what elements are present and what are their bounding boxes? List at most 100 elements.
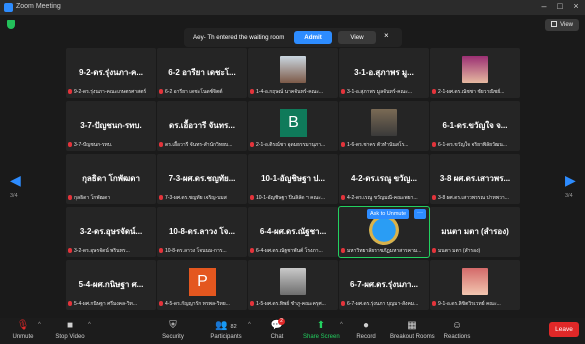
muted-mic-icon [159,195,163,200]
muted-mic-icon [432,301,436,306]
participant-name: 3-8 ผศ.ดร.เสาวพรรณ ปาทพวา... [438,195,509,201]
previous-page-icon[interactable]: ◀ [10,172,21,189]
participant-tile[interactable]: 2-1-ผศ.ดร.ณัชชา ชัยวาณิชย์... [430,48,520,98]
participant-tile[interactable]: 3-2-ดร.อุษรจัดน์... 3-2-ดร.อุษรจัดน์ พริน… [66,207,156,257]
participant-caption: 10-1-อัญชิษฐา ปิ่นลิลัด ฯ คณะ... [250,194,336,202]
muted-mic-icon [341,142,345,147]
participant-caption: 3-8 ผศ.ดร.เสาวพรรณ ปาทพวา... [432,194,518,202]
video-options-caret-icon[interactable]: ^ [88,322,91,328]
muted-mic-icon [250,248,254,253]
participant-caption: 7-3-ผศ.ดร.ชญทัย เจริญ-บมส [159,194,245,202]
unmute-label: Unmute [12,334,34,340]
participants-button[interactable]: 👥 82 Participants [206,320,246,340]
participant-tile[interactable]: 3-1-อ.สุภาพร มู... 3-1-อ.สุภาพร มูลจันทร์… [339,48,429,98]
participant-tile[interactable]: มนตา มตา (สำรอง) มนตา มตา (สำรอง) [430,207,520,257]
reactions-label: Reactions [443,334,471,340]
participant-caption: 6-7-ผศ.ดร.รุ่งนภา บุญมา-สังคม... [341,300,427,308]
participant-caption: 10-8-ดร.ลาวง โจนนม-การ... [159,247,245,255]
leave-button[interactable]: Leave [549,322,579,337]
security-button[interactable]: ⛨ Security [157,320,189,340]
participant-name: 10-1-อัญชิษฐา ปิ่นลิลัด ฯ คณะ... [256,195,325,201]
muted-mic-icon [250,142,254,147]
ask-to-unmute-button[interactable]: Ask to Unmute [367,209,410,219]
shield-icon: ⛨ [169,320,177,331]
participant-name: 4-5-ดร.กัญญารัก ทรพล-วิทย... [165,301,230,307]
participant-tile[interactable]: 7-3-ผศ.ดร.ชญทัย... 7-3-ผศ.ดร.ชญทัย เจริญ-… [157,154,247,204]
page-indicator-right: 3/4 [565,193,573,199]
participant-name: กุลธิดา โกพัฒดา [74,195,111,201]
participant-tile[interactable]: 3-8 ผศ.ดร.เสาวพร... 3-8 ผศ.ดร.เสาวพรรณ ปา… [430,154,520,204]
close-notification-icon[interactable]: × [384,31,389,40]
muted-mic-icon [159,142,163,147]
participant-name-large: ดร.เอื้อวารี จันทร... [169,121,235,130]
participant-name-large: 3-8 ผศ.ดร.เสาวพร... [439,174,511,183]
page-indicator-left: 3/4 [10,193,18,199]
record-button[interactable]: ● Record [353,320,379,340]
participant-tile[interactable]: 6-7-ผศ.ดร.รุ่งนภา... 6-7-ผศ.ดร.รุ่งนภา บุ… [339,260,429,310]
chat-button[interactable]: 💬 2 Chat [264,318,290,340]
participant-caption: 2-1-ผศ.ดร.ณัชชา ชัยวาณิชย์... [432,88,518,96]
participant-tile[interactable]: กุลธิดา โกพัฒดา กุลธิดา โกพัฒดา [66,154,156,204]
chat-badge: 2 [278,318,285,325]
participant-tile[interactable]: 4-2-ดร.เรณู ขวัญ... 4-2-ดร.เรณู ขวัญมณี-ค… [339,154,429,204]
participant-tile[interactable]: 1-5-ผศ.ดร.ทิพย์ ชำภู-คณะครุศ... [248,260,338,310]
participant-tile[interactable]: 9-2-ดร.รุ่งนภา-ค... 9-2-ดร.รุ่งนภา-คณะเกษ… [66,48,156,98]
participant-tile[interactable]: B 2-1-อ.ดิรณ์ชา อุดมธรรมานุภา... [248,101,338,151]
muted-mic-icon [250,301,254,306]
close-window-icon[interactable]: × [569,1,583,11]
share-options-caret-icon[interactable]: ^ [340,322,343,328]
participant-name-large: 6-4-ผศ.ดร.ณัฐชา... [259,227,327,236]
muted-mic-icon [341,195,345,200]
view-waiting-button[interactable]: View [338,31,376,44]
zoom-logo-icon [4,3,13,12]
participant-tile[interactable]: 10-1-อัญชิษฐา ป... 10-1-อัญชิษฐา ปิ่นลิลั… [248,154,338,204]
maximize-icon[interactable]: □ [553,1,567,11]
stop-video-button[interactable]: ■ Stop Video [54,320,86,340]
audio-options-caret-icon[interactable]: ^ [38,322,41,328]
title-bar: Zoom Meeting – □ × [0,0,585,15]
participant-name-large: 9-2-ดร.รุ่งนภา-ค... [78,68,144,77]
participant-tile[interactable]: 10-8-ดร.ลาวง โจ... 10-8-ดร.ลาวง โจนนม-การ… [157,207,247,257]
participant-tile[interactable]: ดร.เอื้อวารี จันทร... ดร.เอื้อวารี จันทร-… [157,101,247,151]
more-options-button[interactable]: ··· [414,209,426,219]
participant-name-large: กุลธิดา โกพัฒดา [82,174,140,183]
video-camera-icon: ■ [66,320,74,331]
participant-name-large: 3-2-ดร.อุษรจัดน์... [79,227,143,236]
share-screen-label: Share Screen [303,334,340,340]
participant-name: ดร.เอื้อวารี จันทร-สำนักวิทยบ... [165,142,233,148]
muted-mic-icon [68,89,72,94]
chat-label: Chat [270,334,284,340]
unmute-button[interactable]: 🎙 Unmute [8,320,38,340]
view-button[interactable]: View [545,19,579,31]
participant-name: 5-4-ผศ.กนิษฐา ศรีมงคล-วิท... [74,301,138,307]
participant-tile[interactable]: 6-2 อารียา เดชะโ... 6-2 อารียา เดชะโนดซ์จ… [157,48,247,98]
participant-name-large: 6-7-ผศ.ดร.รุ่งนภา... [349,280,419,289]
share-screen-button[interactable]: ⬆ Share Screen [303,320,340,340]
breakout-rooms-button[interactable]: ▦ Breakout Rooms [390,320,435,340]
participant-tile[interactable]: 1-6-ดร.ชาคร ตัวทำนันสโร... [339,101,429,151]
participant-tile[interactable]: 9-1-อ.ดร.ลิขิตวิรเวทย์ คณะ... [430,260,520,310]
university-logo-icon [369,215,399,245]
record-icon: ● [362,320,370,331]
muted-mic-icon [432,195,436,200]
breakout-rooms-label: Breakout Rooms [390,334,435,340]
participant-name-large: 3-1-อ.สุภาพร มู... [354,68,414,77]
minimize-icon[interactable]: – [537,1,551,11]
participants-options-caret-icon[interactable]: ^ [248,322,251,328]
participant-tile[interactable]: P 4-5-ดร.กัญญารัก ทรพล-วิทย... [157,260,247,310]
muted-mic-icon [250,89,254,94]
admit-button[interactable]: Admit [294,31,332,44]
participant-name: 3-1-อ.สุภาพร มูลจันทร์-คณะ... [347,89,412,95]
participant-name: 9-1-อ.ดร.ลิขิตวิรเวทย์ คณะ... [438,301,501,307]
security-shield-icon[interactable] [7,20,15,29]
participant-caption: ดร.เอื้อวารี จันทร-สำนักวิทยบ... [159,141,245,149]
participant-tile[interactable]: 6-1-ดร.ขวัญใจ จ... 6-1-ดร.ขวัญใจ จริยาพิล… [430,101,520,151]
participant-tile[interactable]: 5-4-ผศ.กนิษฐา ศ... 5-4-ผศ.กนิษฐา ศรีมงคล-… [66,260,156,310]
waiting-room-notification: Aey- Th entered the waiting room Admit V… [184,28,402,47]
grid-icon [551,21,558,27]
next-page-icon[interactable]: ▶ [565,172,576,189]
participant-tile[interactable]: 3-7-ปัญชนก-รทบ. 3-7-ปัญชนก-รทบ. [66,101,156,151]
participant-tile[interactable]: 6-4-ผศ.ดร.ณัฐชา... 6-4-ผศ.ดร.ณัฐชาพันต์ โ… [248,207,338,257]
reactions-button[interactable]: ☺ Reactions [442,320,472,340]
participant-tile[interactable]: 1-4-อ.กฤษณ์ นาคจันทร์-คณะ... [248,48,338,98]
